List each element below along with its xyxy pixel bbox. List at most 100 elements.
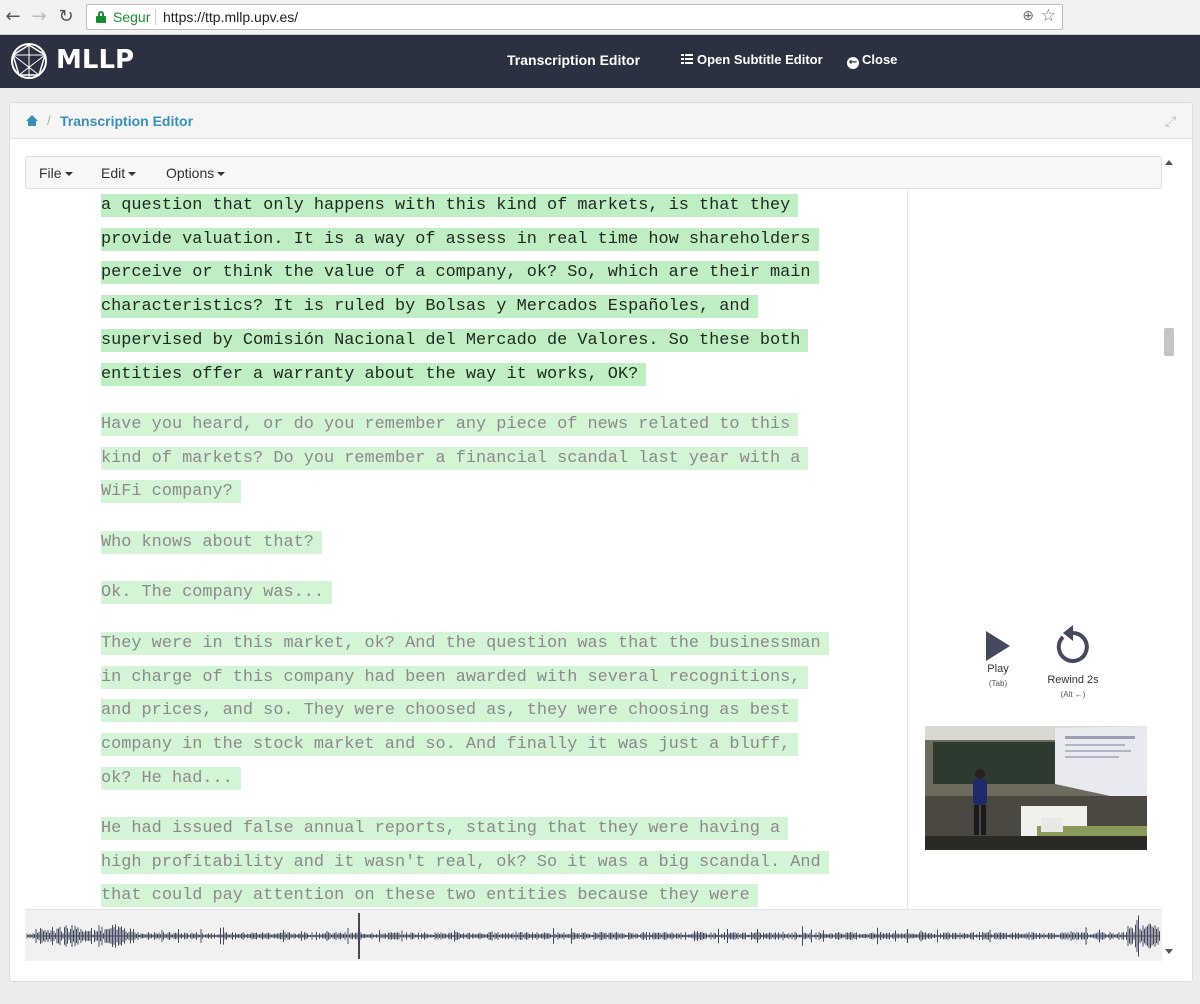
transcript-line: a question that only happens with this k…: [101, 189, 841, 223]
playhead-cursor[interactable]: [358, 913, 360, 959]
transcript-line-text: entities offer a warranty about the way …: [101, 362, 647, 386]
editor-panel: / Transcription Editor ⤢ File Edit Optio…: [9, 102, 1193, 982]
transcript-line: supervised by Comisión Nacional del Merc…: [101, 324, 841, 358]
scroll-down-arrow-icon[interactable]: [1165, 949, 1173, 954]
zoom-icon[interactable]: ⊕: [1022, 8, 1034, 24]
transcript-line-text: Have you heard, or do you remember any p…: [101, 413, 799, 436]
caret-down-icon: [217, 172, 226, 176]
transcript-line: entities offer a warranty about the way …: [101, 358, 841, 392]
transcript-line-text: Ok. The company was...: [101, 581, 332, 604]
transcript-line: ok? He had...: [101, 762, 841, 796]
caret-down-icon: [64, 172, 73, 176]
transcript-line-text: in charge of this company had been award…: [101, 665, 809, 689]
app-title: Transcription Editor: [507, 52, 641, 68]
transcript-line-text: provide valuation. It is a way of assess…: [101, 227, 819, 251]
transcript-line: provide valuation. It is a way of assess…: [101, 223, 841, 257]
address-separator: [155, 9, 156, 25]
bookmark-star-icon[interactable]: ☆: [1041, 6, 1056, 26]
rewind-label: Rewind 2s: [1047, 674, 1099, 686]
transcript-line: They were in this market, ok? And the qu…: [101, 627, 841, 661]
rewind-shortcut: (Alt ←): [1060, 690, 1086, 699]
transcript-line-text: WiFi company?: [101, 480, 241, 504]
forward-arrow-icon[interactable]: →: [28, 6, 50, 28]
open-subtitle-editor-label: Open Subtitle Editor: [697, 52, 823, 67]
secure-label: Segur: [113, 9, 151, 25]
app-header: MLLP Transcription Editor Open Subtitle …: [0, 35, 1200, 88]
transcript-scrollbar[interactable]: [1162, 156, 1176, 961]
transcript-paragraph[interactable]: Have you heard, or do you remember any p…: [101, 408, 841, 509]
play-icon: [986, 631, 1010, 661]
play-shortcut: (Tab): [988, 679, 1008, 688]
transcript-line: kind of markets? Do you remember a finan…: [101, 442, 841, 476]
play-button[interactable]: Play (Tab): [980, 631, 1016, 688]
play-label: Play: [987, 663, 1009, 675]
transcript-line-text: He had issued false annual reports, stat…: [101, 817, 789, 840]
transcript-line-text: supervised by Comisión Nacional del Merc…: [101, 328, 809, 352]
transcript-paragraph[interactable]: He had issued false annual reports, stat…: [101, 812, 841, 909]
panel-divider: [907, 189, 908, 909]
arrow-left-circle-icon: ←: [847, 57, 859, 69]
menu-options[interactable]: Options: [166, 165, 226, 181]
transcript-line: and prices, and so. They were choosed as…: [101, 694, 841, 728]
address-bar[interactable]: Segur https://ttp.mllp.upv.es/ ⊕ ☆: [86, 4, 1063, 30]
menu-bar: File Edit Options: [25, 156, 1162, 189]
browser-toolbar: ← → ↻ Segur https://ttp.mllp.upv.es/ ⊕ ☆: [0, 0, 1200, 35]
transcript-paragraph[interactable]: Ok. The company was...: [101, 576, 841, 610]
transcript-line-text: characteristics? It is ruled by Bolsas y…: [101, 295, 758, 319]
transcript-line: Have you heard, or do you remember any p…: [101, 408, 841, 442]
menu-file-label: File: [39, 165, 62, 181]
transcript-line: perceive or think the value of a company…: [101, 256, 841, 290]
rewind-button[interactable]: Rewind 2s (Alt ←): [1043, 623, 1103, 699]
transcript-line: He had issued false annual reports, stat…: [101, 812, 841, 846]
lecture-video-frame: [925, 726, 1147, 850]
fullscreen-icon[interactable]: ⤢: [1165, 115, 1179, 129]
transcript-line: Who knows about that?: [101, 526, 841, 560]
transcript-line-text: Who knows about that?: [101, 531, 322, 554]
menu-edit-label: Edit: [101, 165, 126, 181]
menu-options-label: Options: [166, 165, 215, 181]
transcript-paragraph[interactable]: a question that only happens with this k…: [101, 189, 841, 391]
transcript-line-text: and prices, and so. They were choosed as…: [101, 699, 799, 723]
transcript-area[interactable]: a question that only happens with this k…: [25, 189, 908, 909]
breadcrumb-current[interactable]: Transcription Editor: [60, 113, 193, 129]
caret-down-icon: [128, 172, 137, 176]
transcript-paragraph[interactable]: They were in this market, ok? And the qu…: [101, 627, 841, 796]
scrollbar-thumb[interactable]: [1164, 328, 1174, 356]
transcript-line-text: that could pay attention on these two en…: [101, 884, 758, 908]
transcript-line-text: perceive or think the value of a company…: [101, 261, 819, 285]
transcript-line-text: kind of markets? Do you remember a finan…: [101, 446, 809, 470]
rewind-icon: [1056, 625, 1089, 663]
home-icon[interactable]: [26, 115, 38, 126]
transcript-line: that could pay attention on these two en…: [101, 879, 841, 909]
lock-icon: [96, 11, 106, 23]
waveform-timeline[interactable]: [25, 909, 1162, 961]
transcript-line: Ok. The company was...: [101, 576, 841, 610]
transcript-line-text: company in the stock market and so. And …: [101, 733, 799, 757]
waveform: [26, 915, 1160, 957]
transcript-line-text: They were in this market, ok? And the qu…: [101, 632, 829, 655]
transcript-line: WiFi company?: [101, 475, 841, 509]
scroll-up-arrow-icon[interactable]: [1165, 160, 1173, 165]
menu-edit[interactable]: Edit: [101, 165, 137, 181]
reload-icon[interactable]: ↻: [55, 6, 77, 28]
transcript-line: high profitability and it wasn't real, o…: [101, 846, 841, 880]
transcript-line-text: high profitability and it wasn't real, o…: [101, 850, 829, 874]
transcript-line-text: ok? He had...: [101, 766, 241, 790]
url-text[interactable]: https://ttp.mllp.upv.es/: [163, 9, 298, 25]
breadcrumb: / Transcription Editor ⤢: [10, 103, 1192, 139]
list-icon: [681, 54, 693, 64]
transcript-line: in charge of this company had been award…: [101, 661, 841, 695]
video-preview[interactable]: [925, 726, 1147, 850]
transcript-line: company in the stock market and so. And …: [101, 728, 841, 762]
brand-name[interactable]: MLLP: [56, 45, 134, 75]
back-arrow-icon[interactable]: ←: [2, 6, 24, 28]
mllp-logo-icon[interactable]: [9, 41, 49, 81]
breadcrumb-separator: /: [47, 113, 51, 128]
transcript-paragraph[interactable]: Who knows about that?: [101, 526, 841, 560]
transcript-line: characteristics? It is ruled by Bolsas y…: [101, 290, 841, 324]
close-label: Close: [862, 52, 898, 67]
menu-file[interactable]: File: [39, 165, 73, 181]
close-button[interactable]: ← Close: [847, 52, 897, 69]
open-subtitle-editor-button[interactable]: Open Subtitle Editor: [681, 52, 823, 67]
transcript-line-text: a question that only happens with this k…: [101, 194, 799, 217]
